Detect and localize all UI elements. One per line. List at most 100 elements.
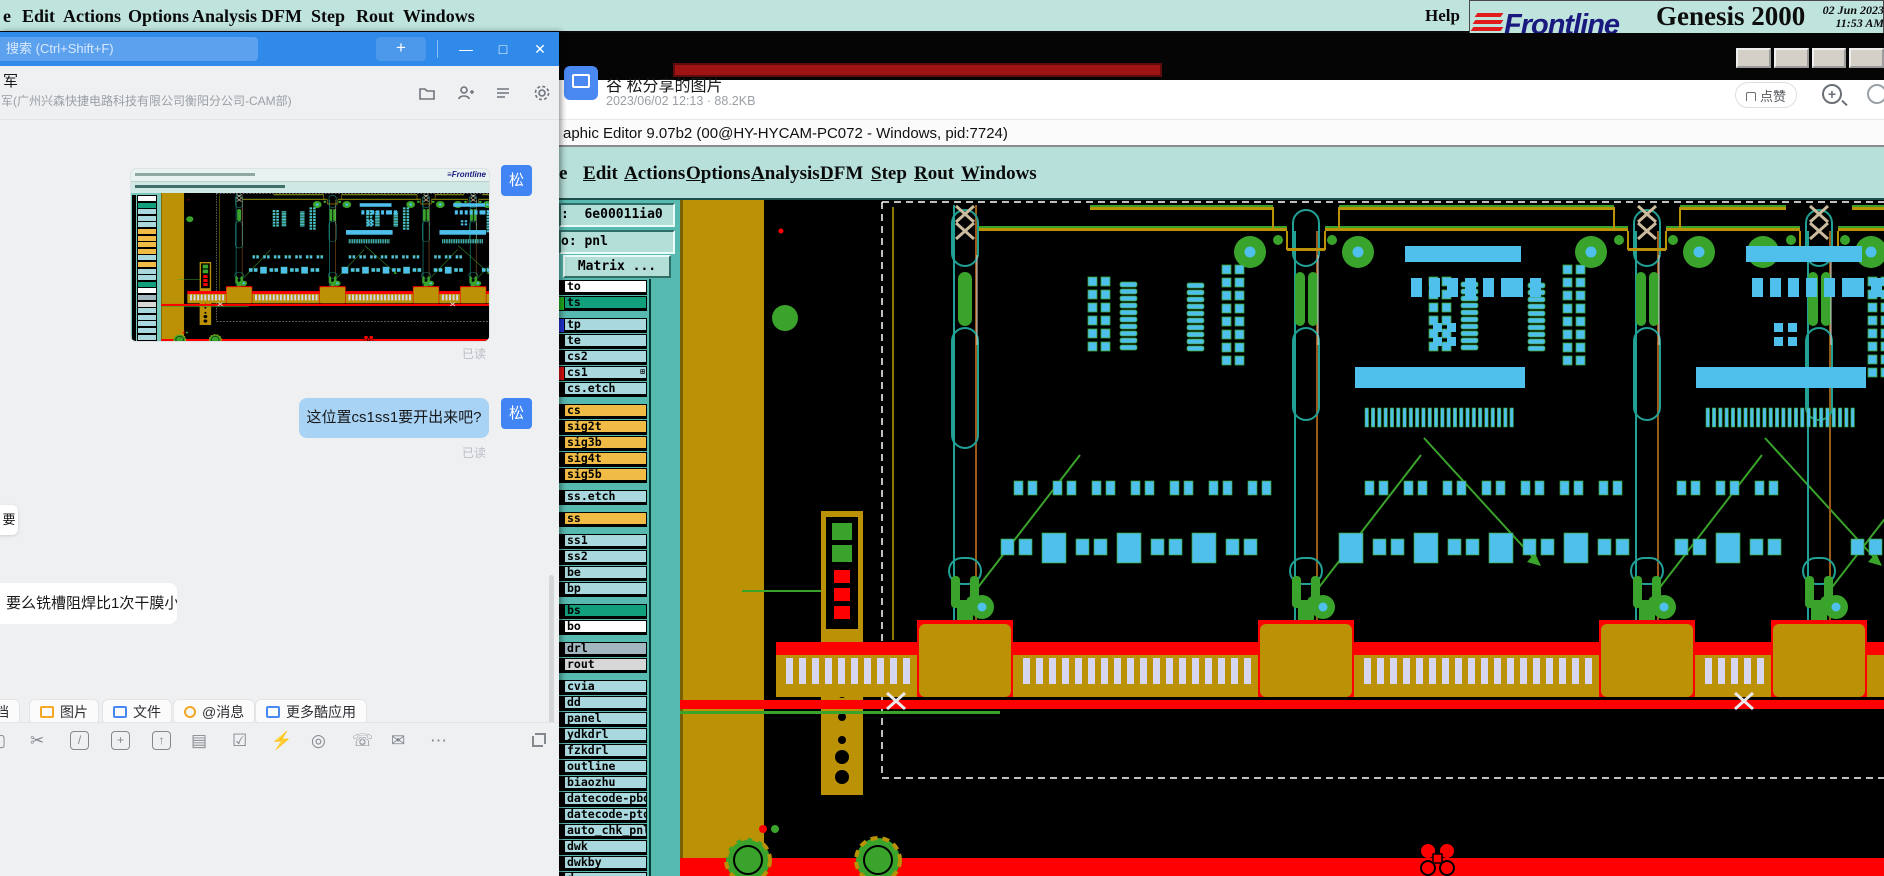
toolbar-button[interactable]: [1773, 48, 1809, 68]
toolbar-button[interactable]: [1736, 48, 1771, 68]
layer-row-cs[interactable]: cs: [559, 404, 647, 419]
menu-analysis[interactable]: Analysis: [192, 6, 257, 27]
menu-e[interactable]: e: [3, 6, 11, 27]
toolbar-button[interactable]: [1811, 48, 1847, 68]
layer-row-bp[interactable]: bp: [559, 582, 647, 597]
close-button[interactable]: ✕: [526, 36, 554, 62]
menu-windows[interactable]: Windows: [403, 6, 475, 27]
add-member-icon[interactable]: [457, 84, 475, 102]
editor-menu-rout[interactable]: Rout: [914, 163, 954, 185]
layer-row-fzkdrl[interactable]: fzkdrl: [559, 744, 647, 759]
menu-options[interactable]: Options: [128, 6, 189, 27]
read-receipt: 已读: [462, 347, 487, 361]
pcb-editor-canvas[interactable]: [680, 200, 1884, 876]
layer-row-be[interactable]: be: [559, 566, 647, 581]
minimize-button[interactable]: —: [452, 36, 480, 62]
more-icon[interactable]: ⋯: [430, 731, 447, 751]
layer-row-sig2t[interactable]: sig2t: [559, 420, 647, 435]
layer-row-dwkby[interactable]: dwkby: [559, 856, 647, 871]
menu-rout[interactable]: Rout: [356, 6, 394, 27]
layer-row-datecode-pbo[interactable]: datecode-pbo: [559, 792, 647, 807]
new-doc-icon[interactable]: +: [111, 731, 130, 750]
layer-row-te[interactable]: te: [559, 334, 647, 349]
editor-menu-options[interactable]: Options: [686, 163, 750, 185]
layer-row-cs.etch[interactable]: cs.etch: [559, 382, 647, 397]
menu-dfm[interactable]: DFM: [261, 6, 302, 27]
layer-row-ts[interactable]: ts: [559, 296, 647, 311]
layer-row-ss[interactable]: ss: [559, 512, 647, 527]
screenshot-scissors-icon[interactable]: ✂: [30, 731, 44, 751]
slash-command-icon[interactable]: /: [70, 731, 89, 750]
layer-row-cs1[interactable]: cs1 ⊞: [559, 366, 647, 381]
layer-row-ss.etch[interactable]: ss.etch: [559, 490, 647, 505]
layer-row-to[interactable]: to: [559, 280, 647, 295]
genesis-toolbar-buttons[interactable]: [1736, 48, 1884, 68]
layer-row-cvia[interactable]: cvia: [559, 680, 647, 695]
zoom-in-icon[interactable]: +: [1822, 84, 1842, 104]
shared-image-message[interactable]: ≡Frontline: [130, 168, 490, 342]
layer-row-cs2[interactable]: cs2: [559, 350, 647, 365]
new-tab-button[interactable]: +: [376, 37, 426, 61]
editor-menu-step[interactable]: Step: [871, 163, 907, 185]
avatar[interactable]: 松: [501, 165, 532, 196]
layer-name: to: [564, 280, 647, 293]
toolbar-button[interactable]: [1849, 48, 1884, 68]
layer-row-bs[interactable]: bs: [559, 604, 647, 619]
layer-row-dwk[interactable]: dwk: [559, 840, 647, 855]
message-input-area[interactable]: ▢ ✂ / + ↑ ▤ ☑ ⚡ ◎ ☏ ✉ ⋯: [0, 722, 559, 876]
like-button[interactable]: 点赞: [1735, 82, 1797, 108]
mail-icon[interactable]: ✉: [391, 731, 405, 751]
incoming-message-bubble[interactable]: 要么铣槽阻焊比1次干膜小: [0, 583, 177, 624]
layer-row-ss2[interactable]: ss2: [559, 550, 647, 565]
layer-row-auto_chk_pnl[interactable]: auto_chk_pnl: [559, 824, 647, 839]
side-tag[interactable]: 要: [0, 505, 18, 535]
layer-row-tp[interactable]: tp: [559, 318, 647, 333]
layer-row-sig3b[interactable]: sig3b: [559, 436, 647, 451]
gear-icon[interactable]: [533, 84, 551, 102]
editor-menu-actions[interactable]: Actions: [624, 163, 685, 185]
editor-titlebar[interactable]: aphic Editor 9.07b2 (00@HY-HYCAM-PC072 -…: [559, 120, 1884, 147]
layer-row-ydkdrl[interactable]: ydkdrl: [559, 728, 647, 743]
layer-row-bo[interactable]: bo: [559, 620, 647, 635]
viewer-more-icon[interactable]: [1867, 84, 1884, 104]
menu-help[interactable]: Help: [1425, 6, 1460, 26]
editor-menu-analysis[interactable]: Analysis: [751, 163, 820, 185]
menu-actions[interactable]: Actions: [63, 6, 121, 27]
menu-edit[interactable]: Edit: [22, 6, 55, 27]
search-input[interactable]: 搜索 (Ctrl+Shift+F): [0, 37, 258, 61]
layer-row-biaozhu[interactable]: biaozhu: [559, 776, 647, 791]
folder-icon[interactable]: [418, 84, 436, 102]
outgoing-message-bubble[interactable]: 这位置cs1ss1要开出来吧?: [299, 398, 489, 438]
phone-call-icon[interactable]: ☏: [352, 731, 373, 751]
layer-row-rout[interactable]: rout: [559, 658, 647, 673]
avatar[interactable]: 松: [501, 398, 532, 429]
maximize-button[interactable]: □: [489, 36, 517, 62]
peer-name: 军: [3, 73, 19, 90]
expand-icon[interactable]: [532, 733, 546, 747]
layer-row-datecode-pto[interactable]: datecode-pto: [559, 808, 647, 823]
editor-menu-windows[interactable]: Windows: [961, 163, 1037, 185]
chat-titlebar[interactable]: 搜索 (Ctrl+Shift+F) + — □ ✕: [0, 32, 559, 66]
layer-row-sig4t[interactable]: sig4t: [559, 452, 647, 467]
layer-list: to ts tp te cs2 cs1 ⊞ cs.etch cs sig2t sig3b sig4t s…: [559, 279, 647, 876]
todo-check-icon[interactable]: ☑: [232, 731, 247, 751]
quick-action-icon[interactable]: ⚡: [271, 731, 292, 751]
layer-row-panel[interactable]: panel: [559, 712, 647, 727]
sticker-icon[interactable]: ▢: [0, 731, 6, 751]
menu-step[interactable]: Step: [311, 6, 345, 27]
editor-menu-e[interactable]: e: [559, 163, 567, 185]
layer-row-outline[interactable]: outline: [559, 760, 647, 775]
editor-menu-edit[interactable]: Edit: [583, 163, 618, 185]
layer-row-drl[interactable]: drl: [559, 642, 647, 657]
matrix-button[interactable]: Matrix ...: [563, 255, 671, 278]
layer-row-d[interactable]: d: [559, 872, 647, 876]
layer-row-sig5b[interactable]: sig5b: [559, 468, 647, 483]
layer-row-dd[interactable]: dd: [559, 696, 647, 711]
layer-row-ss1[interactable]: ss1: [559, 534, 647, 549]
meeting-note-icon[interactable]: ▤: [191, 731, 207, 751]
layer-name: rout: [564, 658, 647, 671]
voice-call-icon[interactable]: ◎: [311, 731, 326, 751]
chat-list-icon[interactable]: [494, 84, 512, 102]
upload-folder-icon[interactable]: ↑: [152, 731, 171, 750]
editor-menu-dfm[interactable]: DFM: [820, 163, 863, 185]
